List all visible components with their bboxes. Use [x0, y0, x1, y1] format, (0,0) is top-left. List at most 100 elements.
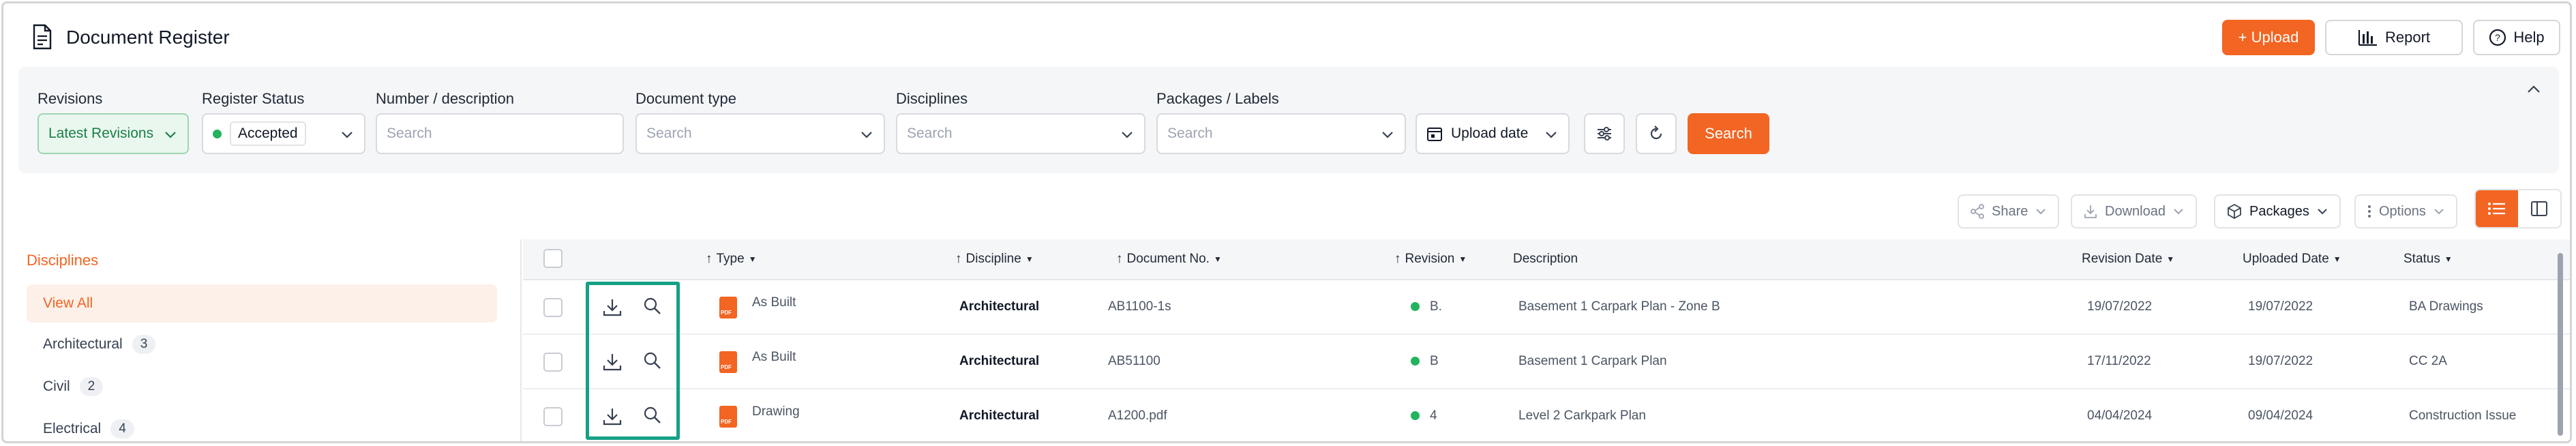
share-button[interactable]: Share [1958, 194, 2060, 228]
column-uploaded-date[interactable]: Uploaded Date ▼ [2243, 252, 2341, 267]
sidebar-item-label: Electrical [43, 421, 102, 436]
scrollbar-thumb[interactable] [2558, 253, 2563, 436]
disciplines-label: Disciplines [896, 90, 968, 107]
discipline-cell: Architectural [959, 354, 1040, 368]
accepted-status-dot [213, 129, 222, 138]
revisions-select[interactable]: Latest Revisions [38, 113, 189, 154]
register-status-label: Register Status [202, 90, 305, 107]
sidebar-item-view-all[interactable]: View All [27, 284, 497, 323]
document-no-cell[interactable]: AB51100 [1108, 354, 1160, 369]
sort-arrow-up-icon: ↑ [1394, 252, 1401, 266]
split-panel-icon [2531, 201, 2547, 216]
calendar-icon [1427, 128, 1442, 141]
kebab-menu-icon [2368, 205, 2371, 218]
chevron-down-icon [1122, 132, 1133, 138]
column-label: Discipline [965, 252, 1021, 266]
column-discipline[interactable]: ↑ Discipline ▼ [955, 252, 1034, 267]
caret-down-icon: ▼ [2444, 254, 2453, 264]
sidebar-item-civil[interactable]: Civil 2 [43, 377, 104, 396]
reset-filters-button[interactable] [1636, 113, 1677, 154]
sidebar-item-architectural[interactable]: Architectural 3 [43, 335, 156, 354]
chevron-down-icon [2434, 209, 2444, 215]
disciplines-select[interactable]: Search [896, 113, 1145, 154]
uploaded-date-cell: 19/07/2022 [2248, 299, 2313, 314]
search-button-label: Search [1705, 125, 1752, 142]
column-type[interactable]: ↑ Type ▼ [706, 252, 757, 267]
packages-labels-select[interactable]: Search [1156, 113, 1406, 154]
table-row[interactable]: PDF Drawing Architectural A1200.pdf 4 Le… [523, 389, 2570, 441]
download-button[interactable]: Download [2071, 194, 2197, 228]
document-type-select[interactable]: Search [635, 113, 885, 154]
sort-arrow-up-icon: ↑ [706, 252, 713, 266]
caret-down-icon: ▼ [2166, 254, 2175, 264]
filter-panel: Revisions Latest Revisions Register Stat… [18, 67, 2559, 173]
row-checkbox[interactable] [543, 298, 563, 317]
column-revision[interactable]: ↑ Revision ▼ [1394, 252, 1467, 267]
split-view-button[interactable] [2518, 190, 2560, 227]
document-table: ↑ Type ▼ ↑ Discipline ▼ ↑ Document No. ▼… [523, 239, 2570, 441]
document-icon [33, 24, 52, 50]
column-description: Description [1513, 252, 1578, 267]
upload-date-value: Upload date [1451, 125, 1529, 141]
description-cell: Basement 1 Carpark Plan - Zone B [1518, 299, 1720, 314]
document-no-cell[interactable]: A1200.pdf [1108, 408, 1167, 423]
bar-chart-icon [2358, 30, 2377, 46]
question-circle-icon: ? [2489, 29, 2506, 46]
column-document-no[interactable]: ↑ Document No. ▼ [1116, 252, 1222, 267]
revision-cell: B. [1430, 299, 1442, 314]
filter-settings-button[interactable] [1584, 113, 1625, 154]
chevron-down-icon [165, 132, 176, 138]
register-status-value: Accepted [230, 121, 306, 146]
chevron-down-icon [1382, 132, 1393, 138]
list-view-button[interactable] [2476, 190, 2518, 227]
disciplines-sidebar: Disciplines View All Architectural 3 Civ… [3, 239, 522, 441]
packages-button[interactable]: Packages [2214, 194, 2341, 228]
table-row[interactable]: PDF As Built Architectural AB51100 B Bas… [523, 335, 2570, 389]
vertical-scrollbar[interactable] [2556, 243, 2564, 441]
status-cell: CC 2A [2409, 354, 2447, 368]
number-description-input[interactable]: Search [376, 113, 624, 154]
help-label: Help [2513, 29, 2545, 46]
search-button[interactable]: Search [1688, 113, 1769, 154]
options-button[interactable]: Options [2354, 194, 2457, 228]
page-title: Document Register [66, 27, 230, 48]
type-cell: As Built [752, 350, 796, 364]
report-button[interactable]: Report [2325, 20, 2463, 55]
column-status[interactable]: Status ▼ [2403, 252, 2453, 267]
column-label: Revision Date [2082, 252, 2163, 266]
number-description-placeholder: Search [387, 125, 432, 141]
list-view-icon [2488, 203, 2505, 215]
chevron-down-icon [2318, 209, 2327, 215]
caret-down-icon: ▼ [748, 254, 757, 264]
status-cell: BA Drawings [2409, 299, 2483, 314]
register-status-select[interactable]: Accepted [202, 113, 365, 154]
discipline-cell: Architectural [959, 408, 1040, 423]
caret-down-icon: ▼ [1458, 254, 1467, 264]
select-all-checkbox[interactable] [543, 249, 563, 268]
table-row[interactable]: PDF As Built Architectural AB1100-1s B. … [523, 280, 2570, 335]
count-badge: 2 [79, 377, 104, 396]
upload-label: + Upload [2238, 29, 2299, 46]
table-header: ↑ Type ▼ ↑ Discipline ▼ ↑ Document No. ▼… [523, 239, 2570, 280]
svg-text:?: ? [2495, 32, 2500, 43]
chevron-up-icon[interactable] [2525, 80, 2543, 98]
uploaded-date-cell: 19/07/2022 [2248, 354, 2313, 368]
column-label: Status [2403, 252, 2440, 266]
chevron-down-icon [342, 132, 353, 138]
document-no-cell[interactable]: AB1100-1s [1108, 299, 1171, 314]
caret-down-icon: ▼ [1025, 254, 1034, 264]
column-label: Uploaded Date [2243, 252, 2329, 266]
column-revision-date[interactable]: Revision Date ▼ [2082, 252, 2174, 267]
row-checkbox[interactable] [543, 353, 563, 372]
type-cell: Drawing [752, 404, 800, 419]
help-button[interactable]: ? Help [2473, 20, 2560, 55]
revision-date-cell: 19/07/2022 [2087, 299, 2153, 314]
refresh-icon [1650, 125, 1662, 140]
sidebar-heading: Disciplines [27, 252, 99, 269]
revision-cell: B [1430, 354, 1439, 368]
sidebar-item-electrical[interactable]: Electrical 4 [43, 419, 134, 438]
chevron-down-icon [2036, 209, 2046, 215]
row-checkbox[interactable] [543, 407, 563, 426]
upload-button[interactable]: + Upload [2222, 20, 2315, 55]
upload-date-select[interactable]: Upload date [1416, 113, 1570, 154]
